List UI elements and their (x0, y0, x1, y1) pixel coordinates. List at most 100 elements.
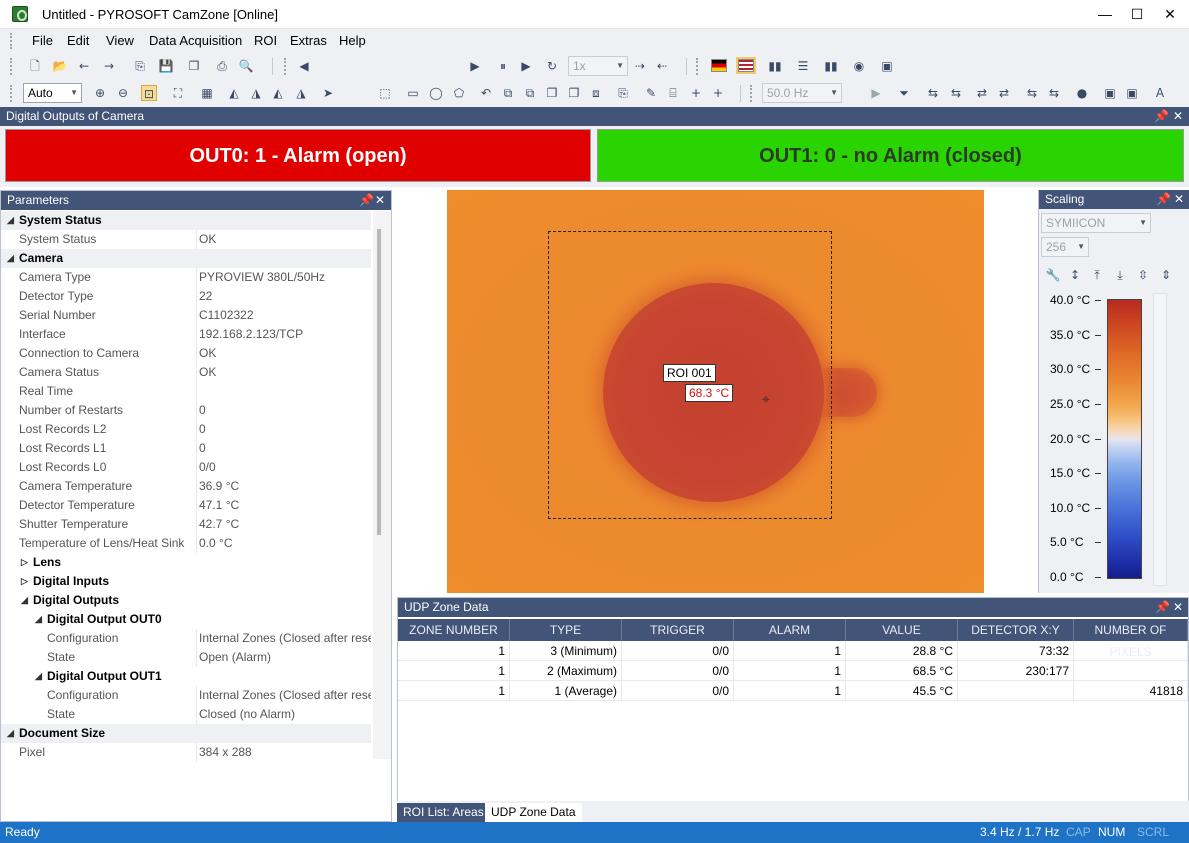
camera-settings-icon[interactable]: ▣ (1124, 85, 1140, 101)
us-flag-icon[interactable] (738, 59, 754, 72)
rewind-icon[interactable]: ◀ (296, 58, 312, 74)
close-icon[interactable]: ✕ (375, 191, 385, 210)
flip-horizontal-icon[interactable]: ◭ (226, 85, 242, 101)
speed-combo[interactable]: 1x ▼ (568, 56, 628, 76)
undo-icon[interactable]: ↶ (478, 85, 494, 101)
menu-data-acquisition[interactable]: Data Acquisition (149, 33, 242, 48)
print-icon[interactable]: ⎙ (214, 58, 230, 74)
delete-roi-icon[interactable]: ❐ (566, 85, 582, 101)
scale-scrollbar[interactable] (1153, 293, 1167, 586)
param-row[interactable]: Lost Records L2 0 (1, 420, 371, 439)
menu-grip[interactable] (10, 33, 13, 49)
scale-range-icon[interactable]: ↕ (1067, 267, 1083, 283)
param-category[interactable]: ◢ System Status (1, 211, 371, 230)
rotate-icon[interactable]: ◭ (270, 85, 286, 101)
open-file-icon[interactable]: 📂 (52, 58, 68, 74)
collapse-arrow-icon[interactable]: ◢ (35, 610, 42, 629)
toolbar-grip[interactable] (696, 58, 699, 75)
export-roi-icon[interactable]: ⎘ (615, 85, 631, 101)
circle-icon[interactable]: ● (1074, 85, 1090, 101)
expand-arrow-icon[interactable]: ▷ (21, 553, 28, 572)
copy-icon[interactable]: ❐ (186, 58, 202, 74)
param-row[interactable]: Real Time (1, 382, 371, 401)
menu-edit[interactable]: Edit (67, 33, 89, 48)
pointer-icon[interactable]: ➤ (320, 85, 336, 101)
param-row[interactable]: State Closed (no Alarm) (1, 705, 371, 724)
toolbar-grip[interactable] (10, 85, 13, 102)
duplicate-roi-icon[interactable]: ❐ (544, 85, 560, 101)
select-icon[interactable]: ⬚ (377, 85, 393, 101)
menu-file[interactable]: File (32, 33, 53, 48)
zoom-combo[interactable]: Auto ▼ (23, 83, 82, 103)
skip-icon[interactable]: ⇢ (632, 58, 648, 74)
param-group[interactable]: ▷ Digital Inputs (1, 572, 371, 591)
layout-vertical-icon[interactable]: ▮▮ (767, 58, 783, 74)
back-arrow-icon[interactable]: ← (76, 58, 92, 74)
save-icon[interactable]: 💾 (158, 58, 174, 74)
column-header[interactable]: TYPE (510, 619, 622, 641)
expand-arrow-icon[interactable]: ▷ (21, 572, 28, 591)
tab-roi-list-areas[interactable]: ROI List: Areas (397, 803, 490, 822)
param-row[interactable]: Number of Restarts 0 (1, 401, 371, 420)
roi-label[interactable]: ROI 001 (663, 364, 716, 382)
sync-alt-icon[interactable]: ⇆ (948, 85, 964, 101)
param-subgroup[interactable]: ◢ Digital Output OUT1 (1, 667, 371, 686)
param-group[interactable]: ▷ Lens (1, 553, 371, 572)
link-icon[interactable]: ⇆ (1024, 85, 1040, 101)
pause-icon[interactable]: ⏸ (495, 58, 511, 74)
close-icon[interactable]: ✕ (1173, 107, 1183, 126)
transfer-alt-icon[interactable]: ⇄ (996, 85, 1012, 101)
annotation-icon[interactable]: ✎ (643, 85, 659, 101)
param-row[interactable]: Configuration Internal Zones (Closed afte… (1, 686, 371, 705)
scale-up-icon[interactable]: ⤒ (1089, 267, 1105, 283)
pin-icon[interactable]: 📌 (1156, 190, 1171, 209)
tab-udp-zone-data[interactable]: UDP Zone Data (485, 803, 582, 822)
param-row[interactable]: Detector Temperature 47.1 °C (1, 496, 371, 515)
param-row[interactable]: Interface 192.168.2.123/TCP (1, 325, 371, 344)
japan-flag-icon[interactable]: ◉ (851, 58, 867, 74)
image-icon[interactable]: ▣ (879, 58, 895, 74)
toolbar-grip[interactable] (750, 85, 753, 102)
grid-icon[interactable]: ▦ (199, 85, 215, 101)
param-row[interactable]: State Open (Alarm) (1, 648, 371, 667)
close-icon[interactable]: ✕ (1174, 190, 1184, 209)
pin-icon[interactable]: 📌 (1154, 107, 1169, 126)
collapse-arrow-icon[interactable]: ◢ (7, 211, 14, 230)
param-row[interactable]: System Status OK (1, 230, 371, 249)
param-row[interactable]: Detector Type 22 (1, 287, 371, 306)
crosshair-add-icon[interactable]: + (710, 85, 726, 101)
column-header[interactable]: ALARM (734, 619, 846, 641)
menu-extras[interactable]: Extras (290, 33, 327, 48)
fast-forward-icon[interactable]: ▶ (467, 58, 483, 74)
scale-down-icon[interactable]: ⤓ (1112, 267, 1128, 283)
refresh-icon[interactable]: ↻ (544, 58, 560, 74)
polygon-roi-icon[interactable]: ⬠ (451, 85, 467, 101)
pin-icon[interactable]: 📌 (359, 191, 374, 210)
zoom-out-icon[interactable]: ⊖ (115, 85, 131, 101)
param-category[interactable]: ◢ Document Size (1, 724, 371, 743)
maximize-button[interactable]: ☐ (1120, 0, 1154, 29)
skip-back-icon[interactable]: ⇠ (654, 58, 670, 74)
menu-view[interactable]: View (106, 33, 134, 48)
param-row[interactable]: Camera Type PYROVIEW 380L/50Hz (1, 268, 371, 287)
param-row[interactable]: Lost Records L0 0/0 (1, 458, 371, 477)
minimize-button[interactable]: — (1088, 0, 1122, 29)
roi-settings-icon[interactable]: ⧈ (588, 85, 604, 101)
layout-horizontal-icon[interactable]: ☰ (795, 58, 811, 74)
param-subgroup[interactable]: ◢ Digital Output OUT0 (1, 610, 371, 629)
scale-auto-icon[interactable]: ⇕ (1158, 267, 1174, 283)
new-file-icon[interactable]: 🗋 (27, 58, 43, 74)
param-row[interactable]: Camera Temperature 36.9 °C (1, 477, 371, 496)
collapse-arrow-icon[interactable]: ◢ (7, 724, 14, 743)
zoom-fit-icon[interactable]: ⊡ (141, 85, 157, 101)
zoom-in-icon[interactable]: ⊕ (92, 85, 108, 101)
param-row[interactable]: Shutter Temperature 42.7 °C (1, 515, 371, 534)
collapse-arrow-icon[interactable]: ◢ (35, 667, 42, 686)
copy-roi-icon[interactable]: ⧉ (500, 85, 516, 101)
param-row[interactable]: Pixel 384 x 288 (1, 743, 371, 762)
rotate-back-icon[interactable]: ◮ (293, 85, 309, 101)
collapse-arrow-icon[interactable]: ◢ (7, 249, 14, 268)
parameters-scrollbar[interactable] (373, 211, 391, 759)
param-row[interactable]: Lost Records L1 0 (1, 439, 371, 458)
crosshair-icon[interactable]: + (688, 85, 704, 101)
